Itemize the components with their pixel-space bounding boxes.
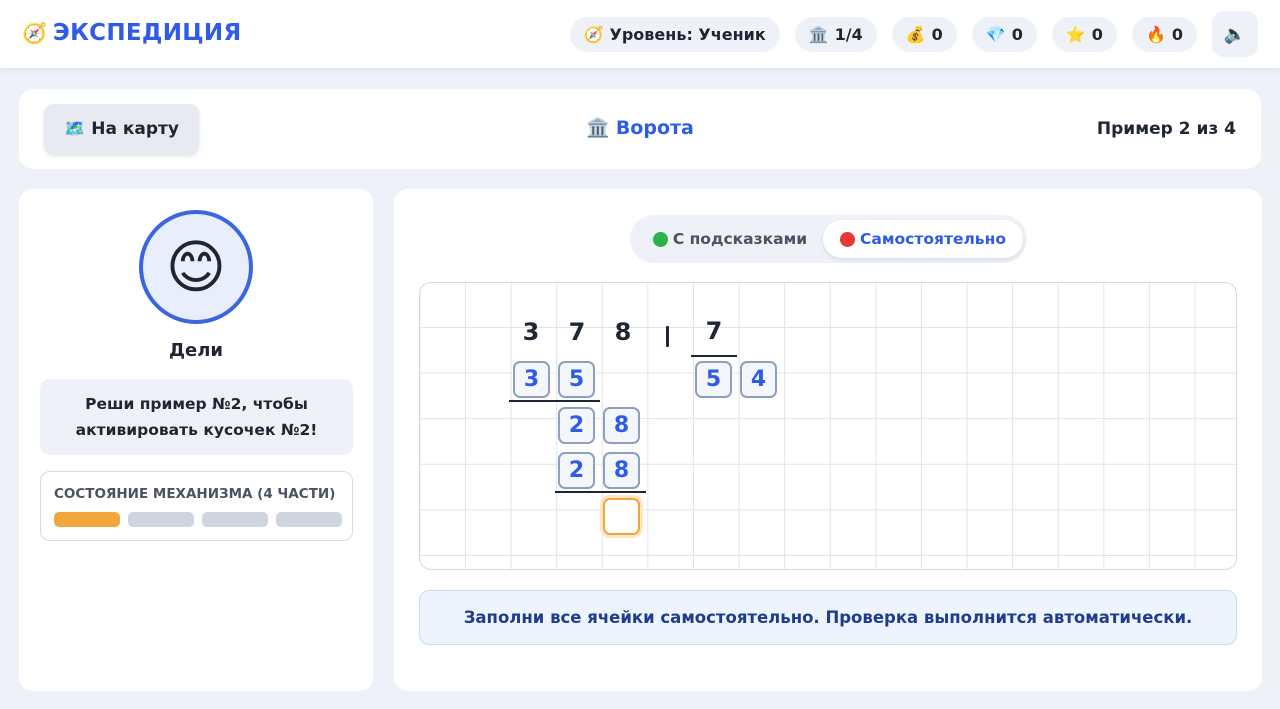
compass-icon: 🧭 <box>22 21 47 45</box>
divisor-digit: 7 <box>705 317 723 345</box>
answer-cell[interactable]: 8 <box>603 407 640 444</box>
quotient-cell[interactable]: 4 <box>740 361 777 398</box>
green-circle-icon <box>652 231 668 247</box>
gems-count: 0 <box>1011 24 1023 44</box>
coins-count: 0 <box>931 24 943 44</box>
hint-message: Заполни все ячейки самостоятельно. Прове… <box>419 590 1237 645</box>
dividend-digit: 7 <box>568 318 586 346</box>
character-panel: 😊 Дели Реши пример №2, чтобы активироват… <box>19 189 373 691</box>
brand-name: ЭКСПЕДИЦИЯ <box>52 20 242 46</box>
level-title-text: Ворота <box>615 117 694 139</box>
quotient-cell[interactable]: 5 <box>695 361 732 398</box>
sound-button[interactable]: 🔈 <box>1212 11 1258 57</box>
mechanism-status: СОСТОЯНИЕ МЕХАНИЗМА (4 ЧАСТИ) <box>40 471 353 541</box>
active-answer-cell[interactable] <box>603 498 640 535</box>
mode-solo-button[interactable]: Самостоятельно <box>823 220 1023 258</box>
mode-toggle: С подсказками Самостоятельно <box>630 215 1027 263</box>
dividend-digit: 3 <box>522 318 540 346</box>
division-bar <box>666 326 669 347</box>
mechanism-segment <box>128 512 194 527</box>
answer-cell[interactable]: 8 <box>603 452 640 489</box>
gates-pill: 🏛️ 1/4 <box>794 16 877 52</box>
task-panel: С подсказками Самостоятельно 3 7 8 7 3 5… <box>394 189 1262 691</box>
stars-count: 0 <box>1091 24 1103 44</box>
division-grid: 3 7 8 7 3 5 5 4 2 8 2 8 <box>419 282 1237 570</box>
subtraction-line <box>509 400 600 402</box>
gems-pill: 💎 0 <box>971 16 1037 52</box>
mechanism-segment <box>202 512 268 527</box>
red-circle-icon <box>840 231 856 247</box>
fire-pill: 🔥 0 <box>1131 16 1197 52</box>
dividend-digit: 8 <box>614 318 632 346</box>
answer-cell[interactable]: 2 <box>558 452 595 489</box>
mechanism-title: СОСТОЯНИЕ МЕХАНИЗМА (4 ЧАСТИ) <box>54 486 336 502</box>
subtraction-line <box>555 491 646 493</box>
gem-icon: 💎 <box>985 24 1006 44</box>
gates-count: 1/4 <box>834 24 863 44</box>
stars-pill: ⭐ 0 <box>1051 16 1117 52</box>
mechanism-progress-bar <box>54 512 342 527</box>
level-text: Уровень: Ученик <box>609 24 766 44</box>
top-bar: 🧭 ЭКСПЕДИЦИЯ 🧭 Уровень: Ученик 🏛️ 1/4 💰 … <box>0 0 1280 68</box>
mechanism-segment <box>54 512 120 527</box>
example-progress: Пример 2 из 4 <box>1096 119 1236 139</box>
money-bag-icon: 💰 <box>905 24 926 44</box>
level-header: 🗺️ На карту 🏛️ Ворота Пример 2 из 4 <box>19 89 1261 169</box>
answer-cell[interactable]: 2 <box>558 407 595 444</box>
coins-pill: 💰 0 <box>891 16 957 52</box>
brand: 🧭 ЭКСПЕДИЦИЯ <box>22 17 241 49</box>
divisor-underline <box>691 355 737 357</box>
level-title: 🏛️ Ворота <box>19 116 1261 139</box>
answer-cell[interactable]: 3 <box>513 361 550 398</box>
compass-icon: 🧭 <box>583 24 604 44</box>
museum-icon: 🏛️ <box>808 24 829 44</box>
smiling-face-icon: 😊 <box>165 233 227 301</box>
speaker-icon: 🔈 <box>1223 23 1247 45</box>
character-message: Реши пример №2, чтобы активировать кусоч… <box>40 379 353 455</box>
avatar: 😊 <box>139 210 253 324</box>
mode-hints-label: С подсказками <box>672 230 808 248</box>
answer-cell[interactable]: 5 <box>558 361 595 398</box>
mode-hints-button[interactable]: С подсказками <box>640 220 820 258</box>
museum-icon: 🏛️ <box>586 117 610 139</box>
character-name: Дели <box>168 340 224 361</box>
level-pill: 🧭 Уровень: Ученик <box>569 16 780 52</box>
mode-solo-label: Самостоятельно <box>860 230 1006 248</box>
mechanism-segment <box>276 512 342 527</box>
stats-bar: 🧭 Уровень: Ученик 🏛️ 1/4 💰 0 💎 0 ⭐ 0 🔥 0… <box>569 11 1258 57</box>
fire-count: 0 <box>1171 24 1183 44</box>
fire-icon: 🔥 <box>1145 24 1166 44</box>
star-icon: ⭐ <box>1065 24 1086 44</box>
